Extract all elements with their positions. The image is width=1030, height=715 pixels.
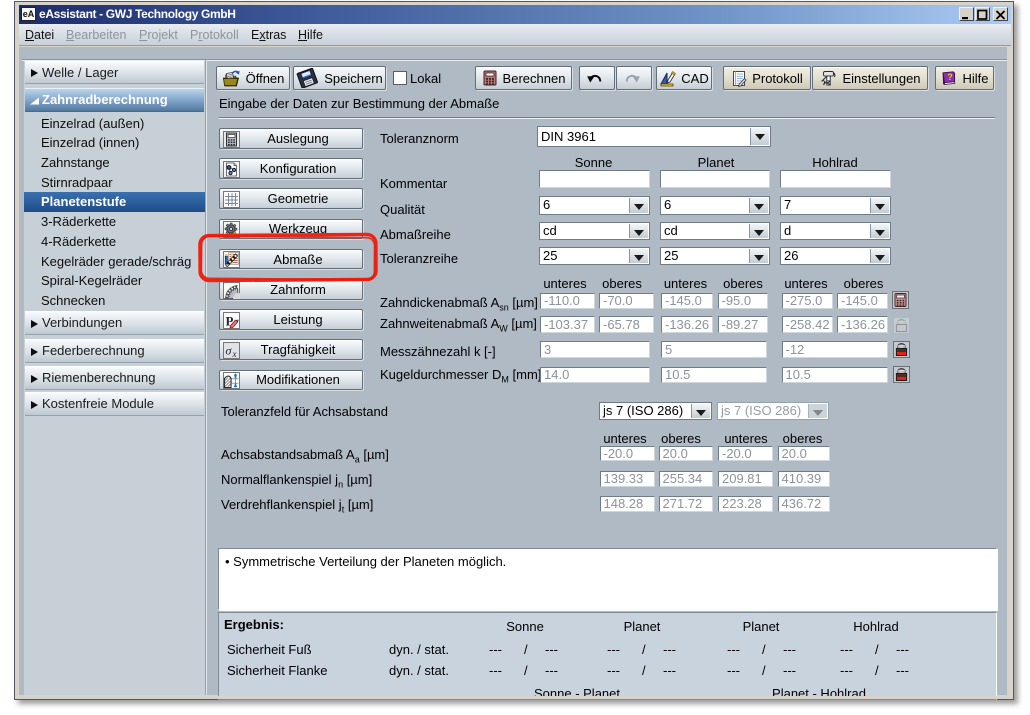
svg-text:x: x [232, 349, 237, 359]
svg-text:?: ? [948, 72, 954, 82]
